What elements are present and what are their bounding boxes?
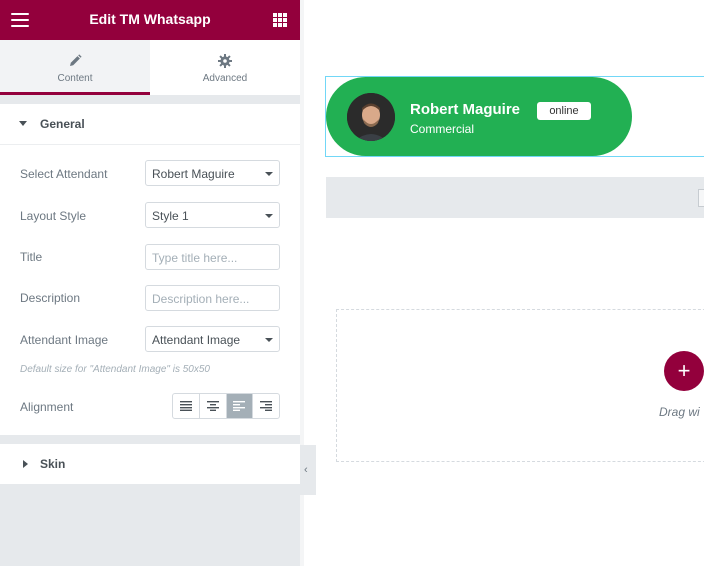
select-attendant-row: Select Attendant Robert Maguire bbox=[0, 160, 300, 188]
avatar-image bbox=[347, 93, 395, 141]
chevron-down-icon bbox=[265, 172, 273, 176]
title-label: Title bbox=[20, 250, 43, 264]
align-right-button[interactable] bbox=[253, 394, 279, 418]
description-input[interactable]: Description here... bbox=[145, 285, 280, 311]
pencil-icon bbox=[70, 54, 82, 66]
align-center-icon bbox=[206, 401, 219, 411]
caret-down-icon bbox=[19, 121, 27, 126]
attendant-role: Commercial bbox=[410, 122, 475, 136]
title-input[interactable]: Type title here... bbox=[145, 244, 280, 270]
chevron-down-icon bbox=[265, 338, 273, 342]
description-placeholder: Description here... bbox=[152, 292, 250, 306]
layout-style-select[interactable]: Style 1 bbox=[145, 202, 280, 228]
gear-icon bbox=[218, 54, 232, 68]
general-section-title: General bbox=[40, 117, 85, 131]
general-section-header[interactable]: General bbox=[0, 104, 300, 145]
title-row: Title Type title here... bbox=[0, 244, 300, 272]
caret-right-icon bbox=[23, 460, 28, 468]
select-attendant-select[interactable]: Robert Maguire bbox=[145, 160, 280, 186]
tab-content[interactable]: Content bbox=[0, 40, 150, 95]
panel-header: Edit TM Whatsapp bbox=[0, 0, 300, 40]
align-justify-button[interactable] bbox=[173, 394, 200, 418]
skin-section-title: Skin bbox=[40, 457, 66, 471]
add-section-button[interactable]: + bbox=[664, 351, 704, 391]
attendant-image-label: Attendant Image bbox=[20, 333, 109, 347]
description-row: Description Description here... bbox=[0, 285, 300, 313]
align-justify-icon bbox=[179, 401, 192, 411]
align-right-icon bbox=[260, 401, 273, 411]
attendant-name: Robert Maguire bbox=[410, 101, 521, 118]
chevron-left-icon: ‹ bbox=[304, 464, 308, 476]
description-label: Description bbox=[20, 291, 81, 305]
align-center-button[interactable] bbox=[200, 394, 227, 418]
drag-widget-hint: Drag wi bbox=[659, 405, 700, 419]
collapse-panel-button[interactable]: ‹ bbox=[300, 445, 316, 495]
layout-style-label: Layout Style bbox=[20, 209, 87, 223]
attendant-image-value: Attendant Image bbox=[152, 333, 241, 347]
tab-advanced-label: Advanced bbox=[202, 73, 248, 84]
tab-content-label: Content bbox=[57, 73, 93, 84]
attendant-image-row: Attendant Image Attendant Image bbox=[0, 326, 300, 354]
attendant-image-note: Default size for "Attendant Image" is 50… bbox=[20, 364, 210, 375]
skin-section-header[interactable]: Skin bbox=[0, 444, 300, 484]
alignment-control bbox=[172, 393, 280, 419]
grid-icon[interactable] bbox=[273, 13, 287, 27]
select-attendant-value: Robert Maguire bbox=[152, 167, 235, 181]
add-section-dropzone[interactable] bbox=[336, 309, 704, 462]
layout-style-row: Layout Style Style 1 bbox=[0, 202, 300, 230]
section-handle[interactable] bbox=[698, 189, 704, 207]
skin-section: Skin bbox=[0, 444, 300, 484]
align-left-icon bbox=[233, 401, 246, 411]
title-placeholder: Type title here... bbox=[152, 251, 238, 265]
align-left-button[interactable] bbox=[226, 394, 254, 418]
select-attendant-label: Select Attendant bbox=[20, 167, 108, 181]
panel-tabs: Content Advanced bbox=[0, 40, 300, 95]
chevron-down-icon bbox=[265, 214, 273, 218]
panel-title: Edit TM Whatsapp bbox=[89, 11, 211, 27]
layout-style-value: Style 1 bbox=[152, 209, 189, 223]
editor-panel: Edit TM Whatsapp Content Advanced Genera… bbox=[0, 0, 300, 566]
placeholder-section-bar bbox=[326, 177, 704, 218]
attendant-avatar bbox=[347, 93, 395, 141]
alignment-label: Alignment bbox=[20, 400, 74, 414]
status-badge: online bbox=[537, 102, 591, 120]
attendant-image-select[interactable]: Attendant Image bbox=[145, 326, 280, 352]
tab-advanced[interactable]: Advanced bbox=[150, 40, 300, 95]
